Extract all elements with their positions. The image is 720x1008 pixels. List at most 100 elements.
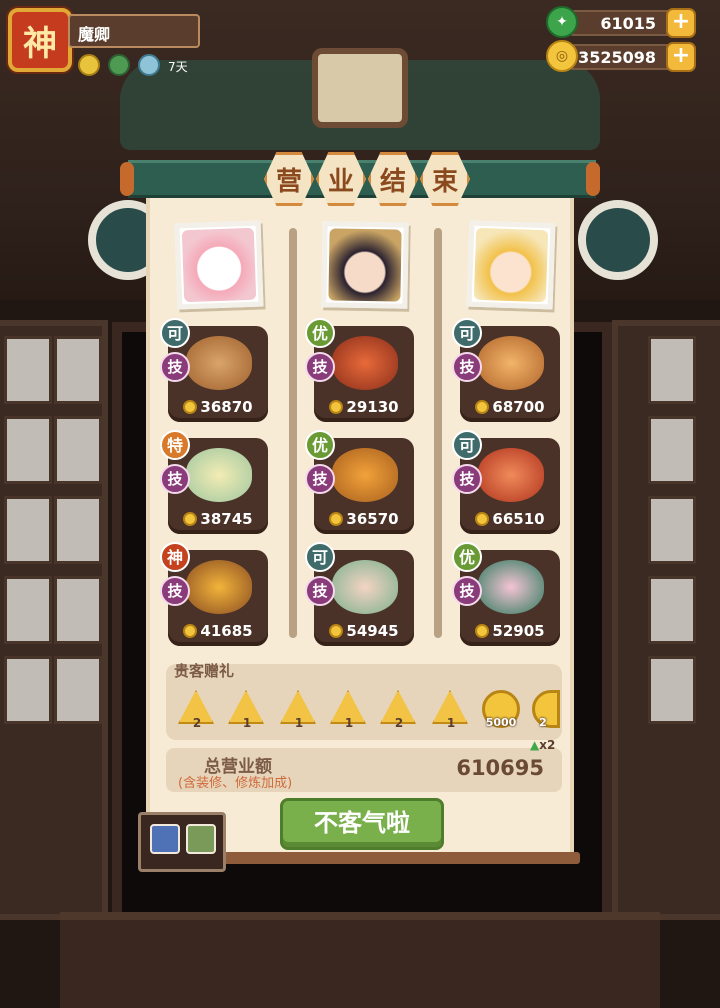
dish-image	[478, 560, 544, 614]
banner-cap-right	[586, 162, 600, 196]
gift-coin-amount: 5000	[485, 716, 517, 729]
gift-title: 贵客赠礼	[174, 662, 235, 680]
coin-value: 3525098	[578, 48, 656, 67]
skill-badge: 技	[305, 352, 335, 382]
panel-title: 营 业 结 束	[264, 152, 474, 208]
gift-count: 1	[294, 716, 304, 730]
banner-cap-left	[120, 162, 134, 196]
dish-price-value: 68700	[492, 398, 545, 416]
lattice-screen-right	[612, 320, 720, 920]
total-value: 610695	[456, 756, 544, 780]
player-avatar[interactable]: 神	[8, 8, 72, 72]
plant-buff-icon[interactable]	[108, 54, 130, 76]
add-coins-button[interactable]: +	[666, 42, 696, 72]
gift-count: 1	[344, 716, 354, 730]
dish-price-value: 36570	[346, 510, 399, 528]
coin-icon	[183, 400, 198, 414]
guest-portrait-2[interactable]	[321, 221, 409, 309]
grade-badge: 特	[160, 430, 190, 460]
dish-price-value: 66510	[492, 510, 545, 528]
coin-icon	[329, 400, 344, 414]
bench	[60, 912, 660, 1008]
guest-portrait-3[interactable]	[466, 220, 556, 310]
grade-badge: 可	[452, 430, 482, 460]
gold-buff-icon[interactable]	[78, 54, 100, 76]
skill-badge: 技	[305, 576, 335, 606]
dish-price-value: 54945	[346, 622, 399, 640]
grade-badge: 优	[305, 430, 335, 460]
column-divider	[434, 228, 442, 638]
total-note: (含装修、修炼加成)	[178, 776, 293, 791]
dish-image	[478, 448, 544, 502]
dish-price-value: 38745	[200, 510, 253, 528]
grade-badge: 优	[452, 542, 482, 572]
dish-image	[186, 560, 252, 614]
jade-icon: ✦	[546, 6, 578, 38]
gift-coin-amount-partial: 2	[539, 716, 547, 729]
column-divider	[289, 228, 297, 638]
coin-icon	[475, 400, 490, 414]
dish-image	[332, 448, 398, 502]
coin-icon	[183, 512, 198, 526]
title-char: 束	[420, 152, 470, 206]
skill-badge: 技	[160, 352, 190, 382]
dish-image	[332, 336, 398, 390]
grade-badge: 可	[160, 318, 190, 348]
gift-count: 1	[446, 716, 456, 730]
player-name: 魔卿	[68, 14, 200, 48]
coin-icon	[475, 512, 490, 526]
tiger-guest-image	[473, 227, 549, 303]
coin-icon	[475, 624, 490, 638]
title-char: 业	[316, 152, 366, 206]
skill-badge: 技	[452, 352, 482, 382]
round-window-right	[578, 200, 658, 280]
skill-badge: 技	[452, 464, 482, 494]
auto-toggle-icon[interactable]	[186, 824, 216, 854]
dish-price: 36570	[314, 510, 414, 528]
grade-badge: 可	[452, 318, 482, 348]
skill-badge: 技	[305, 464, 335, 494]
dish-image	[186, 448, 252, 502]
dish-price: 68700	[460, 398, 560, 416]
dish-price: 36870	[168, 398, 268, 416]
bowl-buff-icon[interactable]	[138, 54, 160, 76]
gift-rice-ball[interactable]: 1	[228, 690, 266, 730]
gift-count: 2	[394, 716, 404, 730]
dish-price: 38745	[168, 510, 268, 528]
coin-icon: ◎	[546, 40, 578, 72]
skill-badge: 技	[452, 576, 482, 606]
grade-badge: 神	[160, 542, 190, 572]
guest-portrait-1[interactable]	[174, 220, 264, 310]
gift-rice-ball[interactable]: 2	[178, 690, 216, 730]
income-multiplier-value: x2	[539, 738, 556, 752]
gift-count: 2	[192, 716, 202, 730]
coin-counter: 3525098	[562, 44, 682, 70]
speed-toggle-icon[interactable]	[150, 824, 180, 854]
gift-rice-ball[interactable]: 1	[280, 690, 318, 730]
add-jade-button[interactable]: +	[666, 8, 696, 38]
gift-rice-ball[interactable]: 1	[432, 690, 470, 730]
kitty-guest-image	[181, 227, 257, 303]
grade-badge: 可	[305, 542, 335, 572]
dish-price: 66510	[460, 510, 560, 528]
lattice-screen-left	[0, 320, 108, 920]
title-char: 营	[264, 152, 314, 206]
gift-count: 1	[242, 716, 252, 730]
kitchen-sign	[312, 48, 408, 128]
dish-price: 52905	[460, 622, 560, 640]
dish-price: 41685	[168, 622, 268, 640]
gift-rice-ball[interactable]: 1	[330, 690, 368, 730]
dish-image	[332, 560, 398, 614]
dish-image	[478, 336, 544, 390]
dish-price-value: 29130	[346, 398, 399, 416]
coin-icon	[329, 512, 344, 526]
confirm-button[interactable]: 不客气啦	[280, 798, 444, 850]
buff-duration: 7天	[168, 60, 188, 74]
jade-value: 61015	[600, 14, 656, 33]
lady-guest-image	[328, 228, 402, 302]
gift-rice-ball[interactable]: 2	[380, 690, 418, 730]
dish-price: 54945	[314, 622, 414, 640]
skill-badge: 技	[160, 464, 190, 494]
grade-badge: 优	[305, 318, 335, 348]
dish-price-value: 52905	[492, 622, 545, 640]
